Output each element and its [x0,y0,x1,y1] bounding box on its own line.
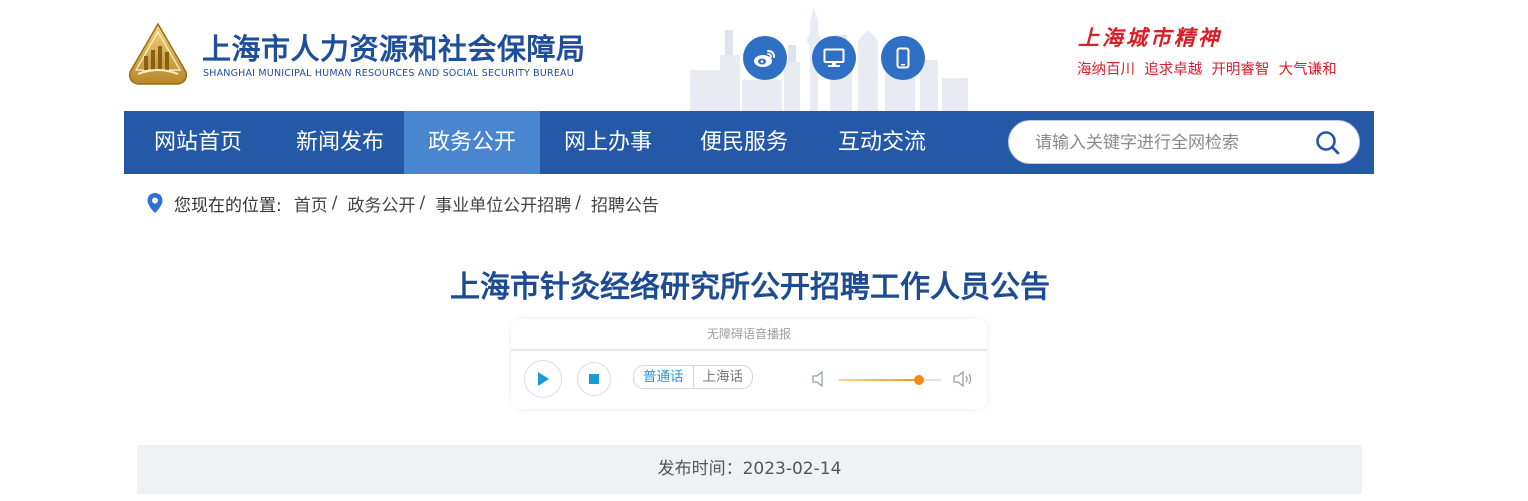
desktop-icon [823,48,845,67]
mobile-site-button[interactable] [881,36,925,80]
breadcrumb-separator: / [419,193,426,213]
player-title: 无障碍语音播报 [706,327,791,341]
breadcrumb-label: 您现在的位置: [174,195,282,216]
nav-item-interaction[interactable]: 互动交流 [812,111,952,174]
location-pin-icon [147,193,163,213]
search-input[interactable] [1033,121,1297,165]
nav-item-gov-affairs[interactable]: 政务公开 [404,111,540,174]
breadcrumb: 您现在的位置: 首页 / 政务公开 / 事业单位公开招聘 / 招聘公告 [146,190,659,216]
volume-high-icon[interactable] [952,369,974,389]
breadcrumb-separator: / [331,193,338,213]
city-spirit-slogan: 海纳百川 追求卓越 开明睿智 大气谦和 [1077,62,1337,78]
publish-date: 发布时间：2023-02-14 [657,459,842,479]
search-icon[interactable] [1315,130,1341,156]
volume-slider[interactable] [839,375,941,385]
player-progress-track[interactable] [511,349,987,351]
weibo-icon [754,50,775,67]
breadcrumb-gov-affairs[interactable]: 政务公开 [347,191,415,216]
play-button[interactable] [524,360,562,398]
breadcrumb-public-recruitment[interactable]: 事业单位公开招聘 [435,191,571,216]
nav-item-news[interactable]: 新闻发布 [272,111,408,174]
desktop-site-button[interactable] [812,36,856,80]
stop-button[interactable] [577,362,611,396]
nav-item-public-services[interactable]: 便民服务 [676,111,812,174]
city-spirit-title: 上海城市精神 [1078,25,1222,50]
site-header: 上海市人力资源和社会保障局 SHANGHAI MUNICIPAL HUMAN R… [0,0,1528,111]
volume-level [839,379,919,381]
language-shanghainese[interactable]: 上海话 [694,366,753,388]
play-icon [538,372,549,386]
mobile-icon [896,47,910,69]
weibo-button[interactable] [743,36,787,80]
main-nav: 网站首页 新闻发布 政务公开 网上办事 便民服务 互动交流 [124,111,1374,174]
voice-broadcast-player: 无障碍语音播报 普通话 上海话 [511,319,987,409]
breadcrumb-home[interactable]: 首页 [294,191,328,216]
bureau-emblem-icon[interactable] [124,22,192,88]
language-selector: 普通话 上海话 [633,365,753,389]
nav-item-home[interactable]: 网站首页 [124,111,272,174]
article-title: 上海市针灸经络研究所公开招聘工作人员公告 [450,270,1050,305]
nav-item-online-services[interactable]: 网上办事 [540,111,676,174]
volume-low-icon[interactable] [811,370,825,388]
breadcrumb-recruitment-notice[interactable]: 招聘公告 [591,191,659,216]
stop-icon [589,374,599,384]
volume-knob[interactable] [913,375,924,385]
search-box [1008,120,1360,165]
breadcrumb-separator: / [575,193,581,213]
site-name-cn[interactable]: 上海市人力资源和社会保障局 [202,26,586,68]
site-name-en: SHANGHAI MUNICIPAL HUMAN RESOURCES AND S… [203,68,574,79]
publish-info-bar: 发布时间：2023-02-14 [137,445,1362,494]
language-mandarin[interactable]: 普通话 [634,366,694,388]
